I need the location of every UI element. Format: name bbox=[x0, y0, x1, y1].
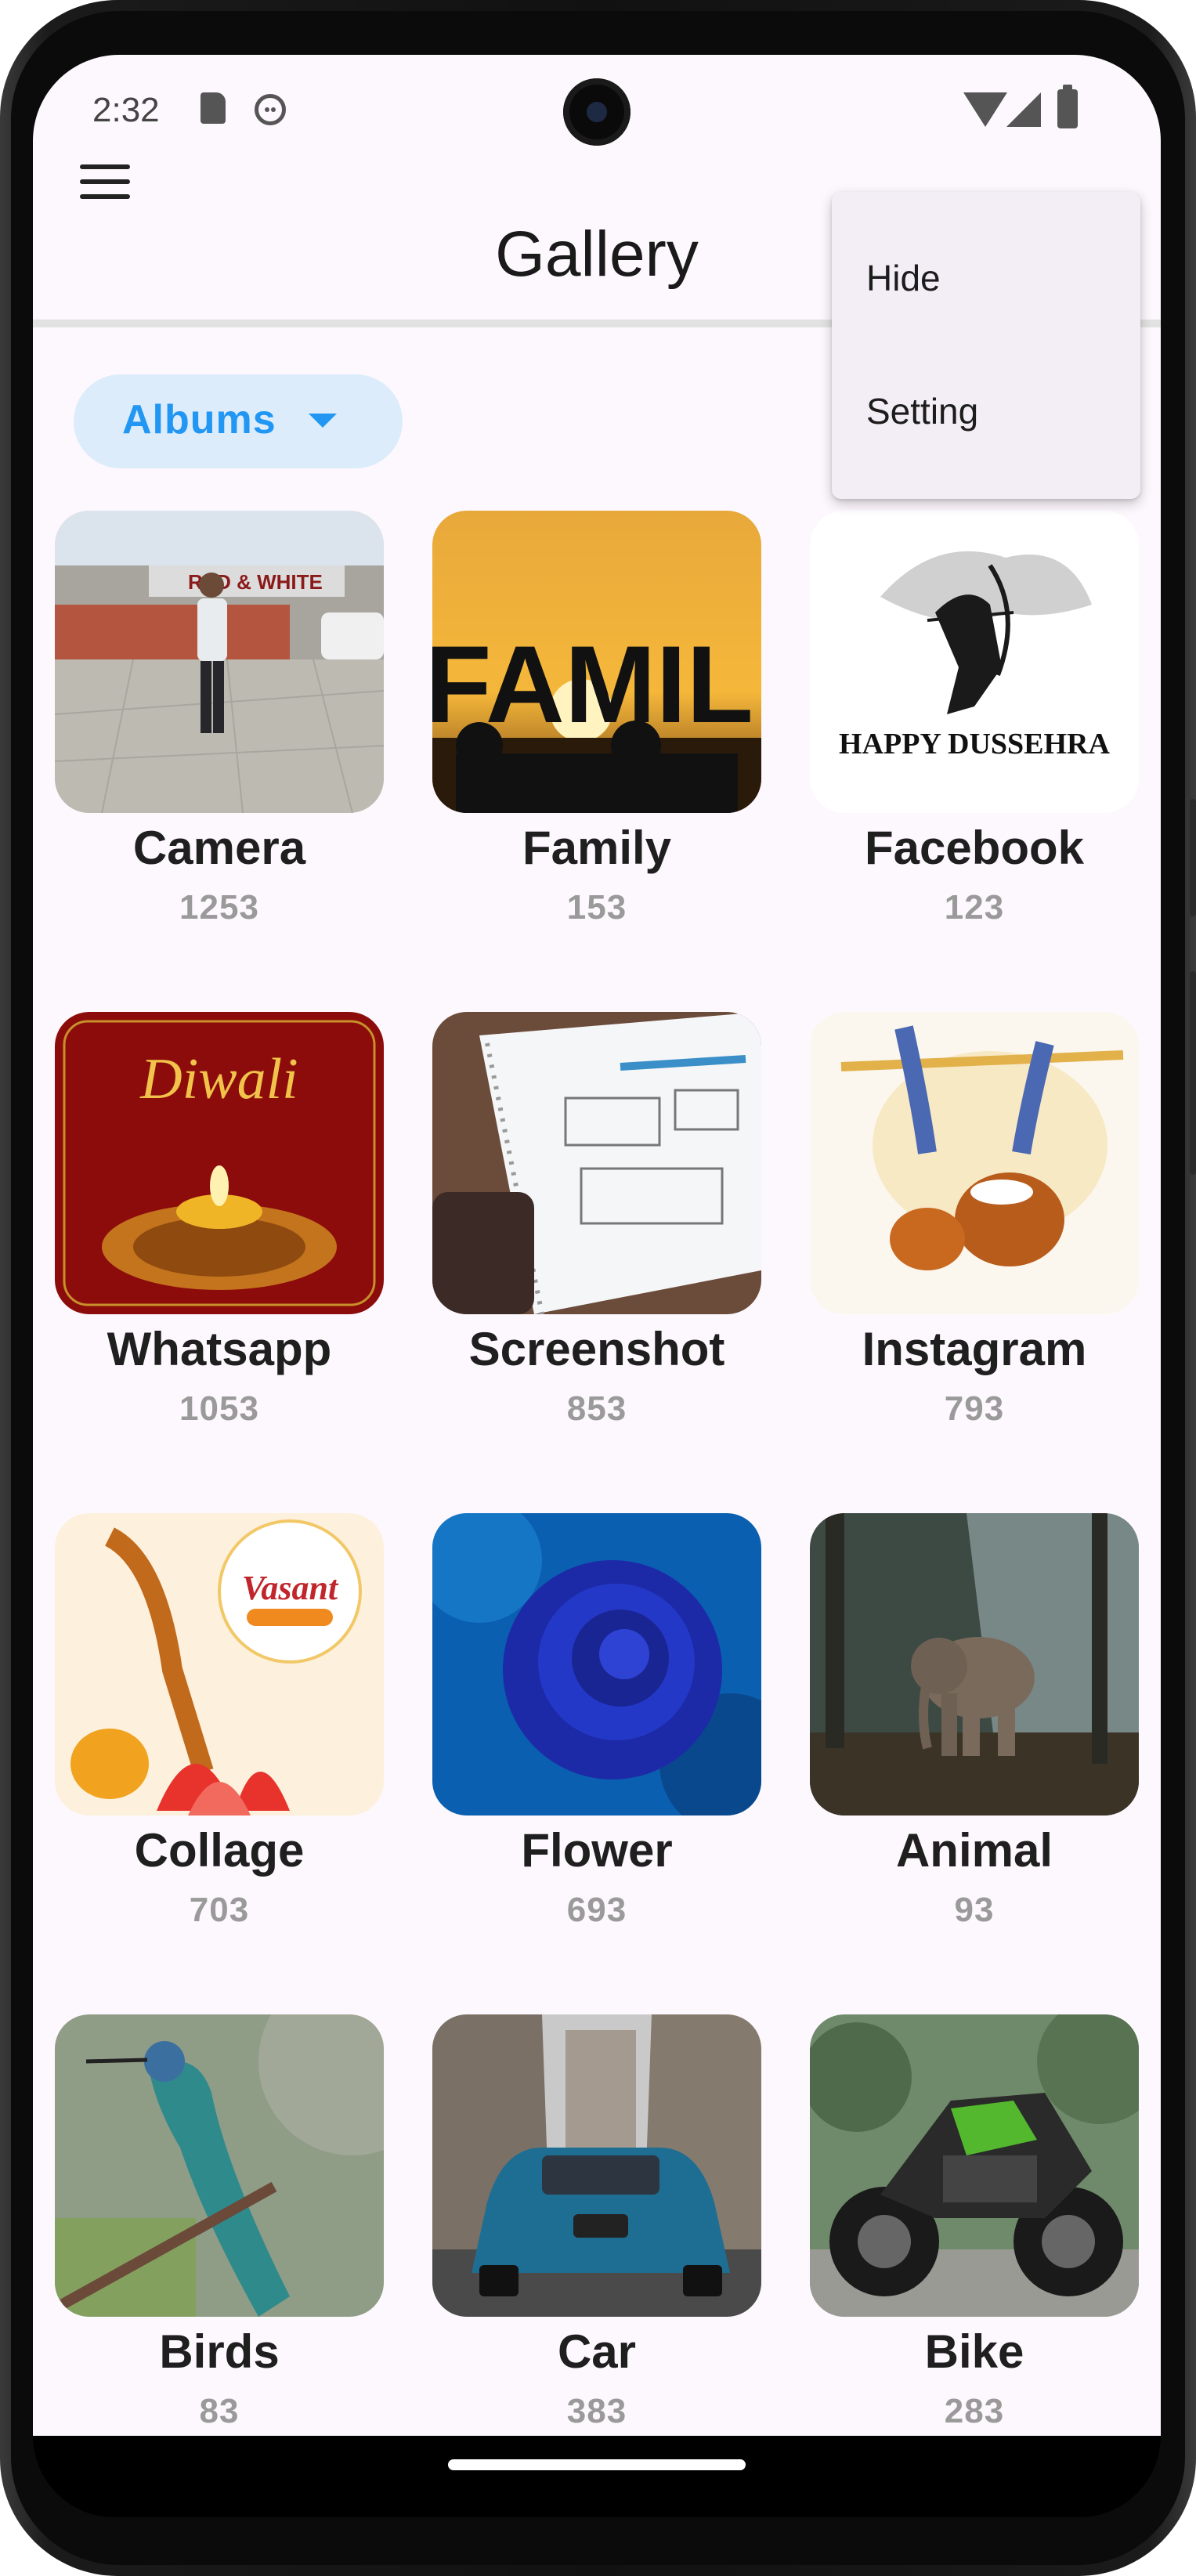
album-family[interactable]: FAMIL Family 153 bbox=[432, 511, 761, 965]
album-thumbnail bbox=[810, 2014, 1139, 2317]
album-name: Collage bbox=[134, 1824, 305, 1877]
album-count: 123 bbox=[944, 888, 1005, 927]
album-name: Camera bbox=[132, 822, 306, 874]
robot-icon bbox=[255, 94, 286, 125]
album-thumbnail: HAPPY DUSSEHRA bbox=[810, 511, 1139, 813]
albums-dropdown[interactable]: Albums bbox=[74, 374, 403, 468]
battery-icon bbox=[1057, 85, 1078, 128]
album-name: Instagram bbox=[862, 1323, 1087, 1375]
album-name: Whatsapp bbox=[107, 1323, 332, 1375]
status-bar: 2:32 bbox=[33, 55, 1161, 172]
album-count: 153 bbox=[566, 888, 627, 927]
vasant-overlay: Vasant bbox=[242, 1569, 339, 1607]
album-thumbnail bbox=[55, 2014, 384, 2317]
status-time: 2:32 bbox=[92, 91, 160, 129]
album-name: Facebook bbox=[864, 822, 1085, 874]
album-thumbnail bbox=[432, 1012, 761, 1314]
album-count: 1253 bbox=[179, 888, 259, 927]
album-name: Flower bbox=[521, 1824, 673, 1877]
albums-dropdown-label: Albums bbox=[122, 397, 276, 443]
diwali-overlay: Diwali bbox=[139, 1047, 298, 1111]
front-camera bbox=[563, 78, 631, 146]
album-name: Family bbox=[522, 822, 672, 874]
caret-down-icon bbox=[309, 414, 337, 428]
album-car[interactable]: Car 383 bbox=[432, 2014, 761, 2436]
album-thumbnail: Diwali bbox=[55, 1012, 384, 1314]
album-thumbnail bbox=[810, 1513, 1139, 1815]
album-count: 93 bbox=[954, 1891, 995, 1929]
navigation-bar bbox=[33, 2436, 1161, 2517]
album-collage[interactable]: Vasant Collage 703 bbox=[55, 1513, 384, 1967]
sd-card-icon bbox=[201, 92, 226, 124]
menu-item-setting[interactable]: Setting bbox=[832, 349, 1140, 474]
wifi-icon bbox=[963, 92, 1007, 127]
album-bike[interactable]: Bike 283 bbox=[810, 2014, 1139, 2436]
album-name: Bike bbox=[924, 2325, 1024, 2378]
album-animal[interactable]: Animal 93 bbox=[810, 1513, 1139, 1967]
dussehra-overlay: HAPPY DUSSEHRA bbox=[839, 728, 1110, 761]
album-birds[interactable]: Birds 83 bbox=[55, 2014, 384, 2436]
album-count: 1053 bbox=[179, 1389, 259, 1428]
album-thumbnail bbox=[432, 1513, 761, 1815]
album-name: Animal bbox=[895, 1824, 1053, 1877]
album-camera[interactable]: RED & WHITE Camera 1253 bbox=[55, 511, 384, 965]
menu-item-label: Setting bbox=[866, 391, 979, 432]
menu-item-label: Hide bbox=[866, 258, 941, 298]
album-name: Birds bbox=[159, 2325, 280, 2378]
album-screenshot[interactable]: Screenshot 853 bbox=[432, 1012, 761, 1466]
album-name: Screenshot bbox=[468, 1323, 725, 1375]
album-whatsapp[interactable]: Diwali Whatsapp 1053 bbox=[55, 1012, 384, 1466]
album-count: 853 bbox=[566, 1389, 627, 1428]
album-count: 693 bbox=[566, 1891, 627, 1929]
home-indicator[interactable] bbox=[448, 2459, 746, 2470]
album-instagram[interactable]: Instagram 793 bbox=[810, 1012, 1139, 1466]
menu-item-hide[interactable]: Hide bbox=[832, 215, 1140, 341]
album-count: 793 bbox=[944, 1389, 1005, 1428]
album-count: 383 bbox=[566, 2392, 627, 2430]
power-button bbox=[1190, 971, 1196, 1175]
album-count: 283 bbox=[944, 2392, 1005, 2430]
album-thumbnail bbox=[432, 2014, 761, 2317]
hamburger-menu-icon[interactable] bbox=[80, 164, 130, 199]
album-count: 703 bbox=[189, 1891, 250, 1929]
album-flower[interactable]: Flower 693 bbox=[432, 1513, 761, 1967]
album-thumbnail bbox=[810, 1012, 1139, 1314]
album-count: 83 bbox=[199, 2392, 240, 2430]
album-name: Car bbox=[557, 2325, 637, 2378]
album-facebook[interactable]: HAPPY DUSSEHRA Facebook 123 bbox=[810, 511, 1139, 965]
album-thumbnail: FAMIL bbox=[432, 511, 761, 813]
screen: 2:32 Gallery Albums RED & WHITE Camera 1… bbox=[33, 55, 1161, 2436]
overflow-popup-menu: Hide Setting bbox=[832, 192, 1140, 499]
album-thumbnail: RED & WHITE bbox=[55, 511, 384, 813]
album-thumbnail: Vasant bbox=[55, 1513, 384, 1815]
volume-button bbox=[1190, 799, 1196, 916]
cell-signal-icon bbox=[1006, 92, 1041, 127]
